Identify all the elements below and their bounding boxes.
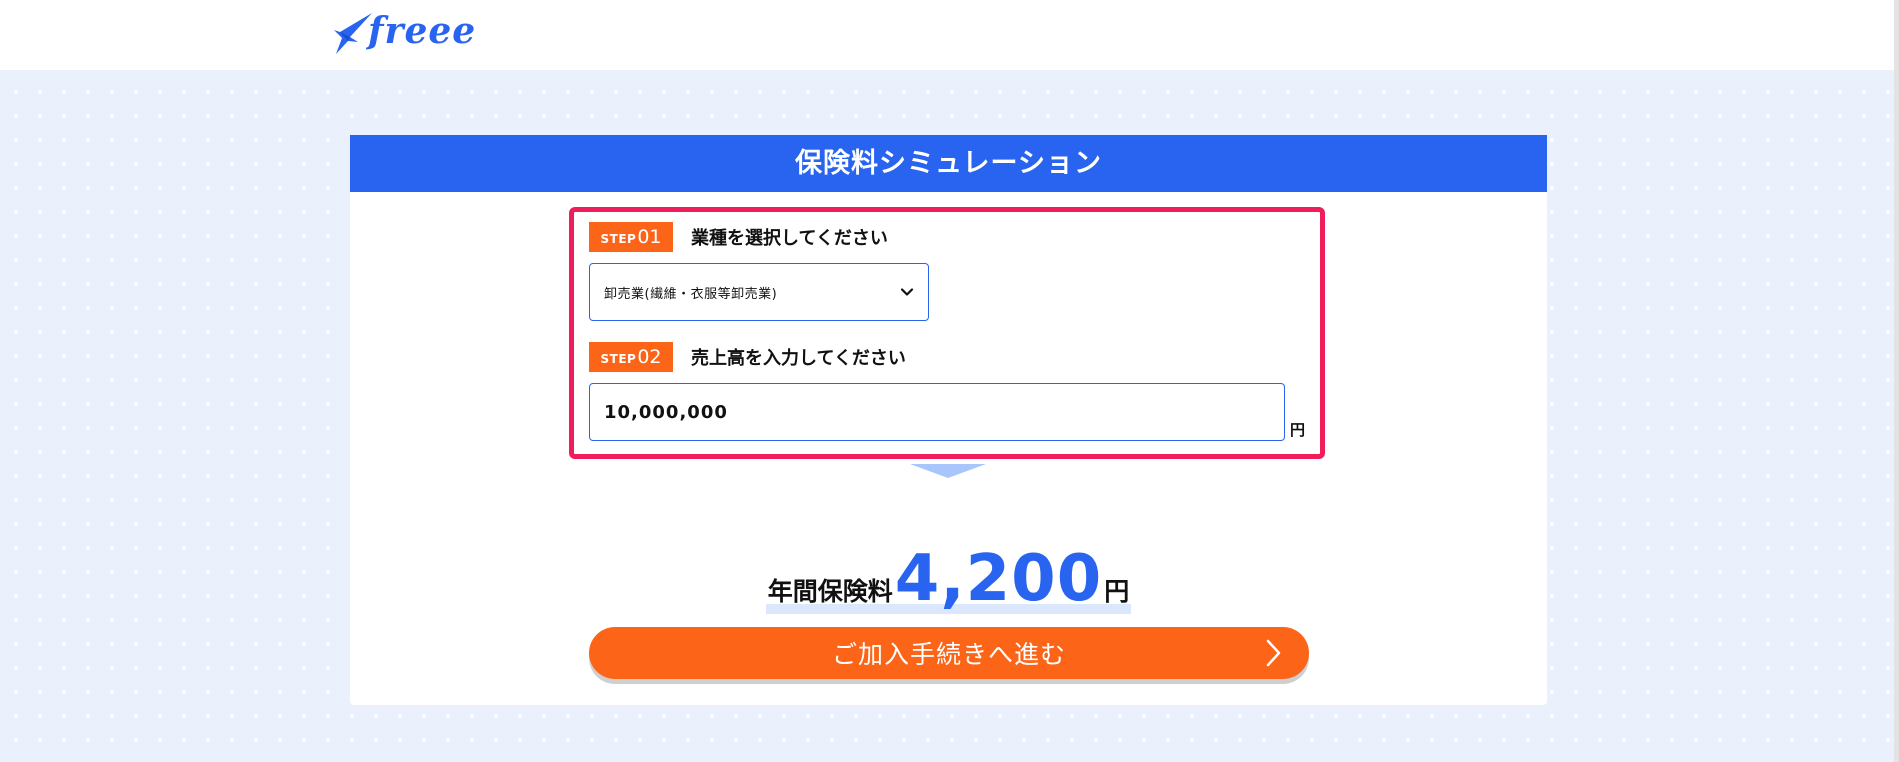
result-unit: 円 xyxy=(1104,577,1130,606)
input-highlight-box: STEP 01 業種を選択してください 卸売業(繊維・衣服等卸売業) STEP … xyxy=(569,207,1325,459)
result-amount: 4,200 xyxy=(894,542,1103,616)
sales-unit: 円 xyxy=(1290,421,1306,439)
industry-select[interactable]: 卸売業(繊維・衣服等卸売業) xyxy=(589,263,929,321)
industry-select-value: 卸売業(繊維・衣服等卸売業) xyxy=(604,286,778,302)
page-scrollbar[interactable] xyxy=(1894,0,1899,762)
step2-badge: STEP 02 xyxy=(589,342,673,372)
step2-label: 売上高を入力してください xyxy=(691,348,906,369)
result-section: 年間保険料4,200円 xyxy=(350,542,1547,616)
step1-badge: STEP 01 xyxy=(589,222,673,252)
step1-row: STEP 01 業種を選択してください xyxy=(589,222,888,252)
chevron-right-icon xyxy=(1266,639,1281,667)
step1-label: 業種を選択してください xyxy=(691,228,888,249)
down-arrow-icon xyxy=(910,464,986,478)
freee-logo[interactable]: freee xyxy=(332,8,476,58)
proceed-enrollment-button[interactable]: ご加入手続きへ進む xyxy=(589,627,1309,679)
step2-row: STEP 02 売上高を入力してください xyxy=(589,342,906,372)
chevron-down-icon xyxy=(900,288,914,296)
result-display: 年間保険料4,200円 xyxy=(765,542,1132,616)
result-label: 年間保険料 xyxy=(767,577,893,606)
sales-input[interactable] xyxy=(589,383,1285,441)
simulation-card: 保険料シミュレーション STEP 01 業種を選択してください 卸売業(繊維・衣… xyxy=(350,135,1547,705)
proceed-enrollment-label: ご加入手続きへ進む xyxy=(831,640,1066,669)
simulation-title: 保険料シミュレーション xyxy=(350,135,1547,192)
site-header: freee xyxy=(0,0,1899,70)
logo-text: freee xyxy=(368,10,477,52)
